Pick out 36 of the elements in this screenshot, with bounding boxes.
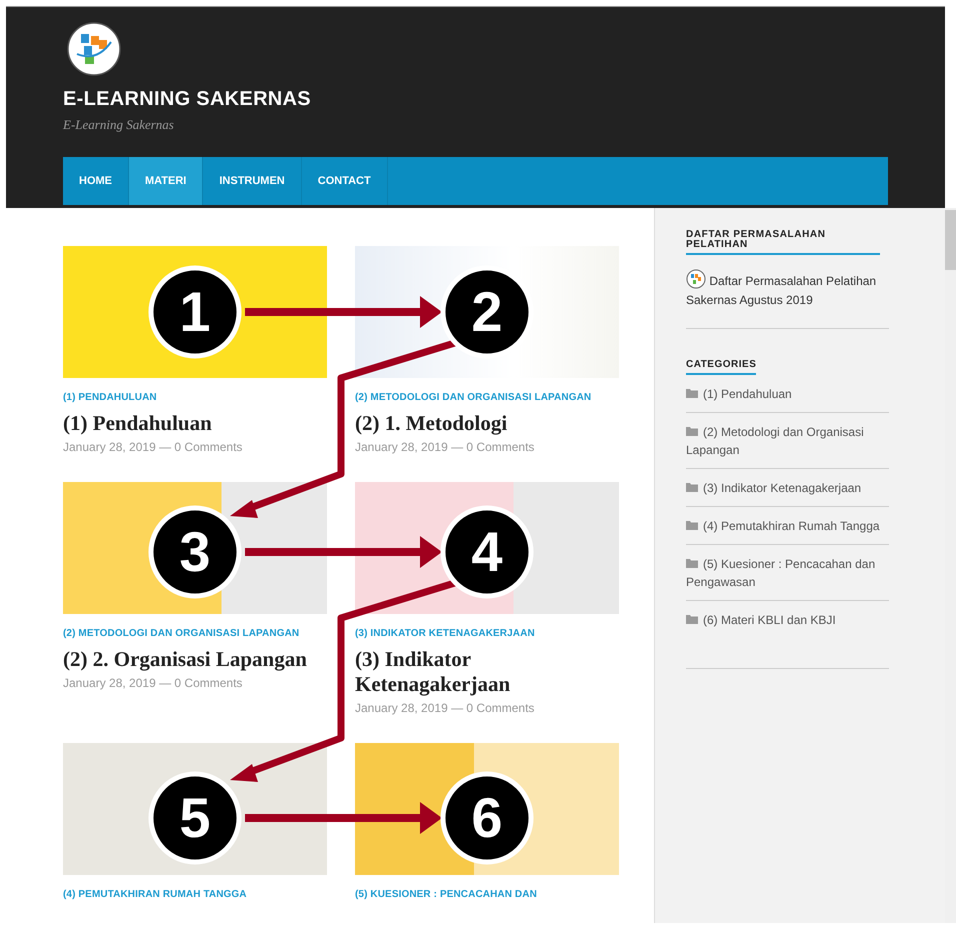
post-meta: January 28, 2019 — 0 Comments <box>355 701 536 715</box>
category-link[interactable]: (2) Metodologi dan Organisasi Lapangan <box>686 423 889 459</box>
folder-icon <box>686 614 698 624</box>
post-meta: January 28, 2019 — 0 Comments <box>355 440 536 454</box>
nav-tab[interactable]: INSTRUMEN <box>203 157 302 205</box>
folder-icon <box>686 558 698 568</box>
site-tagline: E-Learning Sakernas <box>63 117 175 133</box>
category-link[interactable]: (4) Pemutakhiran Rumah Tangga <box>686 517 889 535</box>
category-link[interactable]: (1) Pendahuluan <box>686 385 889 403</box>
category-link[interactable]: (3) Indikator Ketenagakerjaan <box>686 479 889 497</box>
site-title[interactable]: E-LEARNING SAKERNAS <box>63 88 888 111</box>
category-link[interactable]: (6) Materi KBLI dan KBJI <box>686 611 889 629</box>
step-number-marker: 5 <box>148 772 242 864</box>
post-title[interactable]: (2) 1. Metodologi <box>355 411 619 436</box>
folder-icon <box>686 520 698 530</box>
post-title[interactable]: (3) Indikator Ketenagakerjaan <box>355 647 619 697</box>
step-number-marker: 4 <box>440 506 534 598</box>
post-meta: January 28, 2019 — 0 Comments <box>63 440 244 454</box>
scrollbar-thumb[interactable] <box>945 210 956 270</box>
logo-icon <box>686 269 706 289</box>
nav-tab[interactable]: CONTACT <box>302 157 388 205</box>
logo-icon[interactable] <box>67 22 121 76</box>
post-meta: January 28, 2019 — 0 Comments <box>63 676 244 690</box>
post-title[interactable]: (1) Pendahuluan <box>63 411 327 436</box>
step-number-marker: 1 <box>148 266 242 358</box>
folder-icon <box>686 426 698 436</box>
widget-link[interactable]: Daftar Permasalahan Pelatihan Sakernas Agustus 2019 <box>686 269 889 310</box>
folder-icon <box>686 388 698 398</box>
scrollbar[interactable] <box>945 208 956 923</box>
category-link[interactable]: (5) Kuesioner : Pencacahan dan Pengawasan <box>686 555 889 591</box>
step-number-marker: 3 <box>148 506 242 598</box>
step-number-marker: 6 <box>440 772 534 864</box>
widget-title: DAFTAR PERMASALAHAN PELATIHAN <box>686 230 880 255</box>
post-title[interactable]: (2) 2. Organisasi Lapangan <box>63 647 327 672</box>
widget-title: CATEGORIES <box>686 359 756 375</box>
folder-icon <box>686 482 698 492</box>
